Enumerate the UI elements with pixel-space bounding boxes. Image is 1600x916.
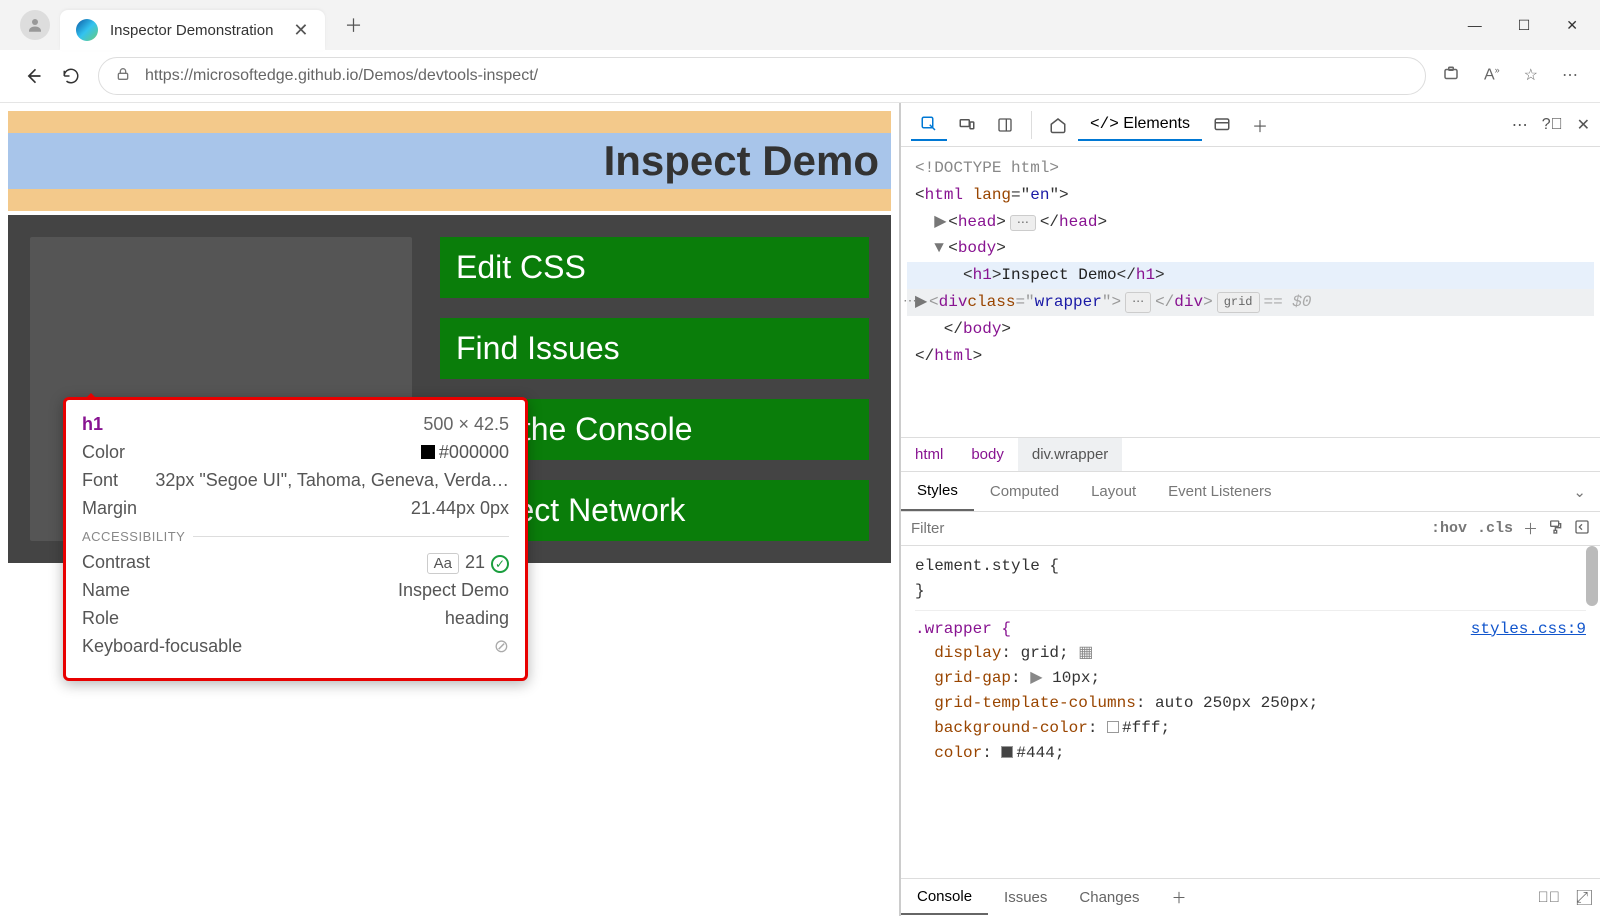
- tooltip-a11y-header: ACCESSIBILITY: [82, 529, 509, 544]
- help-icon[interactable]: ?⃝: [1542, 116, 1563, 134]
- source-link[interactable]: styles.css:9: [1471, 617, 1586, 642]
- drawer-tab-console[interactable]: Console: [901, 880, 988, 915]
- drawer-tab-changes[interactable]: Changes: [1063, 881, 1155, 914]
- sources-tab-icon[interactable]: [1204, 109, 1240, 141]
- settings-icon[interactable]: ⋯: [1512, 115, 1528, 135]
- refresh-button[interactable]: [52, 57, 90, 95]
- color-swatch-dark-icon[interactable]: [1001, 746, 1013, 758]
- tooltip-font-value: 32px "Segoe UI", Tahoma, Geneva, Verda…: [155, 470, 509, 491]
- color-swatch-icon: [421, 445, 435, 459]
- styles-filter-input[interactable]: [911, 520, 1421, 537]
- tab-styles[interactable]: Styles: [901, 472, 974, 511]
- tab-computed[interactable]: Computed: [974, 473, 1075, 510]
- close-window-icon[interactable]: ✕: [1566, 17, 1578, 34]
- chevron-down-icon[interactable]: ⌄: [1559, 483, 1600, 501]
- tab-event-listeners[interactable]: Event Listeners: [1152, 473, 1287, 510]
- tooltip-contrast-label: Contrast: [82, 552, 150, 573]
- lock-icon: [115, 66, 131, 87]
- button-find-issues[interactable]: Find Issues: [440, 318, 869, 379]
- devtools-toolbar: </> Elements ＋ ⋯ ?⃝ ✕: [901, 103, 1600, 147]
- read-aloud-icon[interactable]: A»: [1484, 65, 1500, 88]
- new-style-rule-icon[interactable]: ＋: [1523, 518, 1538, 539]
- paint-icon[interactable]: [1548, 519, 1564, 539]
- crumb-html[interactable]: html: [901, 438, 957, 471]
- tooltip-margin-label: Margin: [82, 498, 137, 519]
- drawer-add-tab-icon[interactable]: ＋: [1155, 879, 1202, 916]
- drawer-issues-icon[interactable]: ⇢⃞: [1537, 889, 1560, 906]
- color-swatch-white-icon[interactable]: [1107, 721, 1119, 733]
- tooltip-role-value: heading: [445, 608, 509, 629]
- browser-chrome: Inspector Demonstration ✕ ＋ — ☐ ✕ https:…: [0, 0, 1600, 103]
- drawer-tab-issues[interactable]: Issues: [988, 881, 1063, 914]
- styles-filter-bar: :hov .cls ＋: [901, 512, 1600, 546]
- tooltip-contrast-value: Aa21✓: [427, 552, 509, 573]
- dom-tree[interactable]: <!DOCTYPE html> <html lang="en"> ▶<head>…: [901, 147, 1600, 437]
- inspect-tooltip: h1 500 × 42.5 Color #000000 Font 32px "S…: [63, 397, 528, 681]
- toolbar-right: A» ☆ ⋯: [1434, 65, 1586, 88]
- tooltip-color-value: #000000: [421, 442, 509, 463]
- css-rules-pane[interactable]: element.style { } styles.css:9 .wrapper …: [901, 546, 1600, 878]
- tab-close-icon[interactable]: ✕: [293, 20, 308, 41]
- panel-toggle-icon[interactable]: [1574, 519, 1590, 539]
- crumb-body[interactable]: body: [957, 438, 1018, 471]
- edge-icon: [76, 19, 98, 41]
- dom-h1-line[interactable]: <h1>Inspect Demo</h1>: [907, 262, 1594, 289]
- page-h1: Inspect Demo: [8, 111, 891, 211]
- tooltip-role-label: Role: [82, 608, 119, 629]
- app-icon[interactable]: [1442, 65, 1460, 88]
- tooltip-name-value: Inspect Demo: [398, 580, 509, 601]
- devtools-panel: </> Elements ＋ ⋯ ?⃝ ✕ <!DOCTYPE html> <h…: [900, 103, 1600, 916]
- maximize-icon[interactable]: ☐: [1518, 17, 1531, 34]
- inspect-element-icon[interactable]: [911, 109, 947, 141]
- address-bar-row: https://microsoftedge.github.io/Demos/de…: [0, 50, 1600, 102]
- not-focusable-icon: ⊘: [494, 636, 509, 657]
- wrapper-rule[interactable]: styles.css:9 .wrapper { display: grid; ▦…: [915, 610, 1586, 766]
- titlebar: Inspector Demonstration ✕ ＋ — ☐ ✕: [0, 0, 1600, 50]
- element-style-rule[interactable]: element.style { }: [915, 554, 1586, 604]
- panel-layout-icon[interactable]: [987, 109, 1023, 141]
- favorite-icon[interactable]: ☆: [1524, 65, 1538, 88]
- device-toggle-icon[interactable]: [949, 109, 985, 141]
- more-icon[interactable]: ⋯: [1562, 65, 1578, 88]
- crumb-wrapper[interactable]: div.wrapper: [1018, 438, 1122, 471]
- tooltip-color-label: Color: [82, 442, 125, 463]
- dom-breadcrumbs: html body div.wrapper: [901, 437, 1600, 472]
- drawer-expand-icon[interactable]: ⤢⃞: [1576, 889, 1588, 906]
- devtools-drawer: Console Issues Changes ＋ ⇢⃞ ⤢⃞: [901, 878, 1600, 916]
- window-controls: — ☐ ✕: [1468, 17, 1590, 34]
- scrollbar-thumb[interactable]: [1586, 546, 1598, 606]
- minimize-icon[interactable]: —: [1468, 17, 1482, 34]
- tooltip-dimensions: 500 × 42.5: [423, 414, 509, 435]
- tab-layout[interactable]: Layout: [1075, 473, 1152, 510]
- more-tabs-icon[interactable]: ＋: [1242, 109, 1278, 141]
- styles-tabs: Styles Computed Layout Event Listeners ⌄: [901, 472, 1600, 512]
- page-pane: Inspect Demo Edit CSS Find Issues Use th…: [0, 103, 900, 916]
- browser-tab[interactable]: Inspector Demonstration ✕: [60, 10, 325, 50]
- content-area: Inspect Demo Edit CSS Find Issues Use th…: [0, 103, 1600, 916]
- tooltip-font-label: Font: [82, 470, 118, 491]
- back-button[interactable]: [14, 57, 52, 95]
- grid-editor-icon[interactable]: ▦: [1078, 644, 1093, 662]
- elements-tab[interactable]: </> Elements: [1078, 109, 1202, 141]
- url-text: https://microsoftedge.github.io/Demos/de…: [145, 67, 538, 85]
- close-devtools-icon[interactable]: ✕: [1577, 115, 1590, 135]
- tooltip-margin-value: 21.44px 0px: [411, 498, 509, 519]
- tooltip-name-label: Name: [82, 580, 130, 601]
- profile-avatar[interactable]: [20, 10, 50, 40]
- tab-title: Inspector Demonstration: [110, 22, 273, 39]
- hov-toggle[interactable]: :hov: [1431, 520, 1467, 537]
- tooltip-kb-label: Keyboard-focusable: [82, 636, 242, 657]
- button-edit-css[interactable]: Edit CSS: [440, 237, 869, 298]
- dom-selected-line[interactable]: ⋯ ▶<div class="wrapper">⋯</div>grid == $…: [907, 289, 1594, 316]
- welcome-tab-icon[interactable]: [1040, 109, 1076, 141]
- tooltip-tag: h1: [82, 414, 103, 435]
- check-icon: ✓: [491, 555, 509, 573]
- address-bar[interactable]: https://microsoftedge.github.io/Demos/de…: [98, 57, 1426, 95]
- new-tab-button[interactable]: ＋: [345, 12, 363, 38]
- cls-toggle[interactable]: .cls: [1477, 520, 1513, 537]
